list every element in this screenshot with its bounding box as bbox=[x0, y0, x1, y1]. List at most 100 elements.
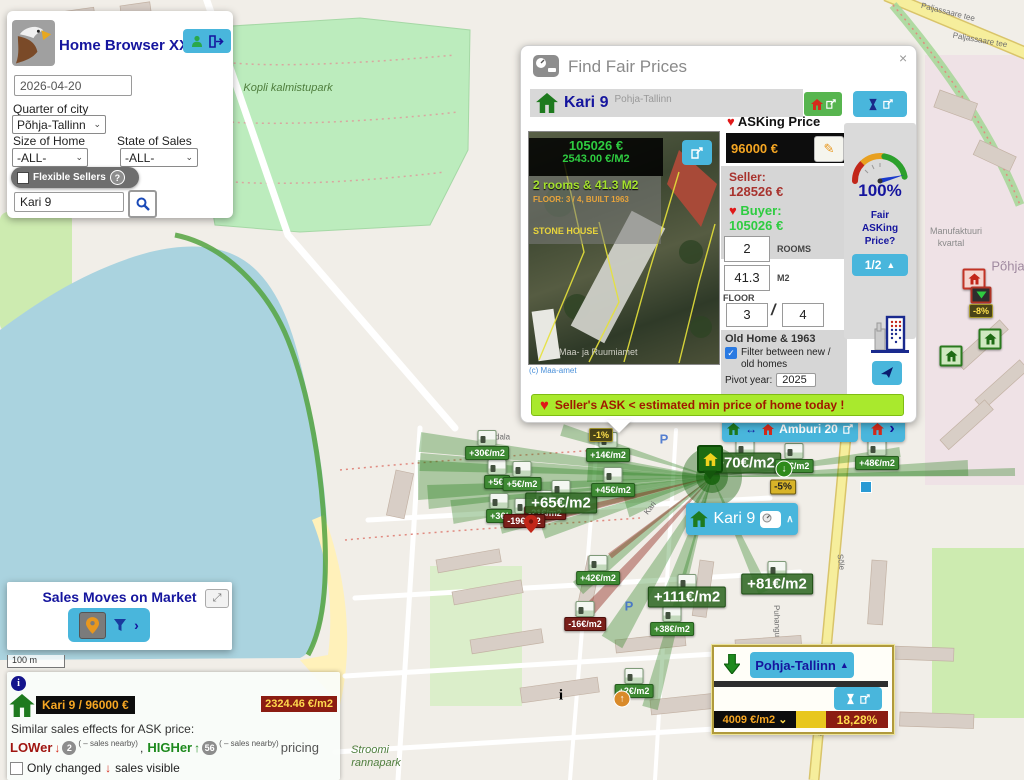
kari9-map-label[interactable]: Kari 9 ∧ bbox=[686, 503, 798, 535]
asking-price-label: ♥ ASKing Price bbox=[727, 114, 820, 129]
big-down-arrow-icon bbox=[724, 654, 740, 674]
district-stats-panel: Pohja-Tallinn ▲ 4009 €/m2⌄ 18,28% bbox=[712, 645, 894, 734]
app-logo bbox=[12, 20, 55, 66]
district-change-badge: 18,28% bbox=[826, 711, 888, 728]
asking-price-box: 96000 € ✎ bbox=[726, 133, 847, 163]
photo-rooms: 2 rooms & 41.3 M2 bbox=[533, 178, 657, 192]
size-select[interactable]: -ALL-⌄ bbox=[12, 148, 88, 167]
flexible-sellers-label: Flexible Sellers bbox=[33, 172, 106, 183]
flexible-sellers-toggle[interactable]: Flexible Sellers ? bbox=[11, 167, 139, 188]
district-select[interactable]: Pohja-Tallinn ▲ bbox=[750, 652, 854, 678]
heart-icon: ♥ bbox=[727, 114, 735, 129]
floor-slash: / bbox=[771, 302, 775, 320]
tools-button[interactable] bbox=[872, 361, 902, 385]
sales-moves-panel: Sales Moves on Market ⤢ › bbox=[7, 582, 232, 650]
pencil-icon: ✎ bbox=[824, 141, 835, 157]
asking-price-value: 96000 € bbox=[726, 141, 809, 156]
seller-label: Seller: bbox=[729, 170, 847, 184]
lower-nearby-note: ( ‒ sales nearby) bbox=[78, 739, 138, 748]
history-button[interactable] bbox=[853, 91, 907, 117]
filter-icon[interactable] bbox=[114, 619, 126, 631]
open-listing-button[interactable] bbox=[804, 92, 842, 116]
district-price-row: 4009 €/m2⌄ 18,28% bbox=[714, 711, 888, 728]
hourglass-icon bbox=[846, 693, 855, 705]
search-icon bbox=[136, 197, 150, 211]
external-link-icon bbox=[883, 99, 893, 109]
amburi-label: Amburi 20 bbox=[779, 422, 838, 436]
photo-copyright: (c) Maa-amet bbox=[529, 366, 577, 375]
heart-icon: ♥ bbox=[540, 397, 549, 414]
quarter-select[interactable]: Põhja-Tallinn⌄ bbox=[12, 115, 106, 134]
fair-price-gauge bbox=[848, 145, 912, 185]
info-icon[interactable]: i bbox=[11, 676, 26, 691]
floor-label: FLOOR bbox=[723, 293, 755, 303]
account-logout-button[interactable] bbox=[183, 29, 231, 53]
alert-text: Seller's ASK < estimated min price of ho… bbox=[555, 398, 845, 412]
photo-price: 105026 € bbox=[529, 138, 663, 153]
send-icon bbox=[881, 367, 894, 379]
size-label: Size of Home bbox=[13, 134, 85, 148]
close-icon[interactable]: × bbox=[899, 50, 907, 66]
external-link-icon bbox=[860, 694, 870, 704]
arrow-right-icon: › bbox=[889, 424, 894, 434]
filter-checkbox[interactable]: ✓ bbox=[725, 347, 737, 359]
chevron-up-icon: ▲ bbox=[886, 260, 895, 270]
pager-button[interactable]: 1/2▲ bbox=[852, 254, 908, 276]
m2-label: M2 bbox=[777, 273, 790, 283]
edit-price-button[interactable]: ✎ bbox=[814, 136, 844, 162]
only-changed-checkbox[interactable] bbox=[10, 762, 23, 775]
photo-watermark: Maa- ja Ruumiamet bbox=[559, 347, 638, 357]
date-input[interactable] bbox=[14, 75, 132, 96]
search-input[interactable] bbox=[14, 192, 124, 212]
sales-moves-toolbar[interactable]: › bbox=[68, 608, 150, 642]
photo-external-button[interactable] bbox=[682, 140, 712, 165]
green-home-icon bbox=[690, 511, 708, 527]
gauge-value: 100% bbox=[858, 181, 901, 201]
rooms-input[interactable]: 2 bbox=[724, 236, 770, 262]
pricing-effects-row: LOWer ↓ 2 ( ‒ sales nearby) , HIGHer ↑ 5… bbox=[10, 740, 338, 755]
district-history-button[interactable] bbox=[834, 687, 882, 710]
red-home-icon bbox=[871, 423, 884, 435]
external-link-icon bbox=[843, 424, 853, 434]
help-icon[interactable]: ? bbox=[110, 170, 125, 185]
chevron-down-icon: ⌄ bbox=[778, 713, 787, 726]
logout-icon bbox=[209, 35, 224, 48]
pivot-label: Pivot year: bbox=[725, 375, 772, 386]
address-bar: Kari 9 Pohja-Tallinn bbox=[530, 89, 803, 117]
expand-icon[interactable]: ⤢ bbox=[205, 589, 229, 608]
popup-tail bbox=[606, 420, 632, 433]
arrow-right-icon[interactable]: › bbox=[134, 617, 139, 633]
old-home-label: Old Home & 1963 bbox=[725, 333, 843, 345]
price-m2-badge: 2324.46 €/m2 bbox=[261, 696, 337, 712]
home-icon bbox=[536, 93, 558, 113]
red-home-icon bbox=[762, 424, 774, 435]
district-price-badge[interactable]: 4009 €/m2⌄ bbox=[714, 711, 796, 728]
external-link-icon bbox=[691, 147, 703, 159]
state-label: State of Sales bbox=[117, 134, 192, 148]
pivot-year-input[interactable] bbox=[776, 373, 816, 387]
gold-segment bbox=[796, 711, 826, 728]
m2-input[interactable]: 41.3 bbox=[724, 265, 770, 291]
photo-floor: FLOOR: 3 / 4, BUILT 1963 bbox=[533, 195, 657, 204]
seller-value: 128526 € bbox=[729, 184, 847, 199]
photo-price-band: 105026 € 2543.00 €/M2 bbox=[529, 138, 663, 176]
kari9-label-text: Kari 9 bbox=[713, 510, 755, 528]
down-arrow-icon: ↓ bbox=[105, 761, 111, 775]
pin-toggle-button[interactable] bbox=[79, 612, 106, 639]
search-button[interactable] bbox=[128, 190, 157, 218]
rooms-label: ROOMS bbox=[777, 244, 811, 254]
chevron-down-icon: ⌄ bbox=[75, 152, 83, 163]
state-select[interactable]: -ALL-⌄ bbox=[120, 148, 198, 167]
swap-arrow-icon: ↔ bbox=[745, 422, 757, 436]
floors-total-input[interactable]: 4 bbox=[782, 303, 824, 327]
flexible-sellers-checkbox[interactable] bbox=[17, 172, 29, 184]
alert-bar: ♥ Seller's ASK < estimated min price of … bbox=[531, 394, 904, 416]
aerial-photo[interactable]: 105026 € 2543.00 €/M2 2 rooms & 41.3 M2 … bbox=[528, 131, 720, 365]
photo-info-overlay: 2 rooms & 41.3 M2 FLOOR: 3 / 4, BUILT 19… bbox=[529, 176, 661, 244]
lower-count-badge[interactable]: 2 bbox=[62, 741, 76, 755]
photo-house-type: STONE HOUSE bbox=[533, 226, 657, 236]
selection-summary-badge: Kari 9 / 96000 € bbox=[36, 696, 135, 714]
floor-input[interactable]: 3 bbox=[726, 303, 768, 327]
higher-count-badge[interactable]: 56 bbox=[202, 741, 217, 755]
green-home-icon bbox=[9, 694, 35, 717]
